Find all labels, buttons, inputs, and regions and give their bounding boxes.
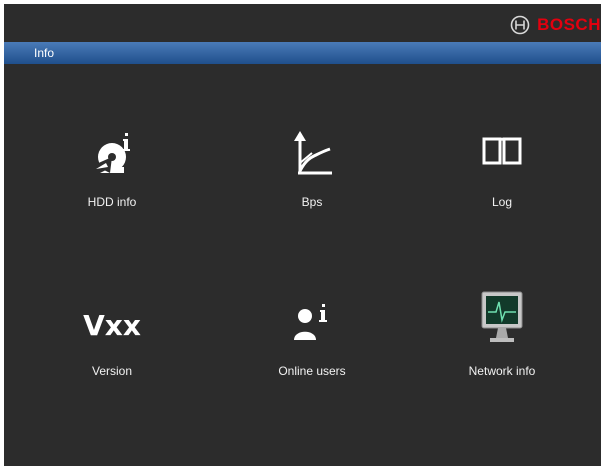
top-bar: BOSCH: [4, 4, 601, 42]
online-users-tile[interactable]: Online users: [232, 296, 392, 406]
hdd-info-icon: [94, 133, 130, 173]
hdd-info-tile[interactable]: HDD info: [32, 127, 192, 237]
tile-label: Version: [91, 364, 133, 378]
window-title: Info: [34, 46, 55, 60]
info-window: BOSCH Info HDD info Bps Log Vxx Version …: [4, 4, 601, 466]
log-book-icon: [482, 137, 522, 165]
online-users-icon: [294, 304, 327, 340]
brand-name: BOSCH: [537, 15, 601, 34]
tile-label: HDD info: [87, 195, 137, 209]
version-tile[interactable]: Vxx Version: [32, 296, 192, 406]
network-info-tile[interactable]: Network info: [422, 290, 582, 400]
tile-label: Bps: [301, 195, 323, 209]
version-icon: Vxx: [72, 296, 152, 360]
version-icon-text: Vxx: [83, 309, 141, 342]
log-tile[interactable]: Log: [422, 127, 582, 237]
tile-label: Log: [491, 195, 513, 209]
tile-label: Online users: [278, 364, 346, 378]
title-bar: Info: [4, 42, 601, 64]
bosch-logo-icon: [510, 15, 530, 35]
bps-graph-icon: [294, 131, 332, 175]
brand-logo: BOSCH: [510, 13, 601, 37]
tile-label: Network info: [468, 364, 536, 378]
bps-tile[interactable]: Bps: [232, 127, 392, 237]
network-monitor-icon: [481, 291, 523, 342]
